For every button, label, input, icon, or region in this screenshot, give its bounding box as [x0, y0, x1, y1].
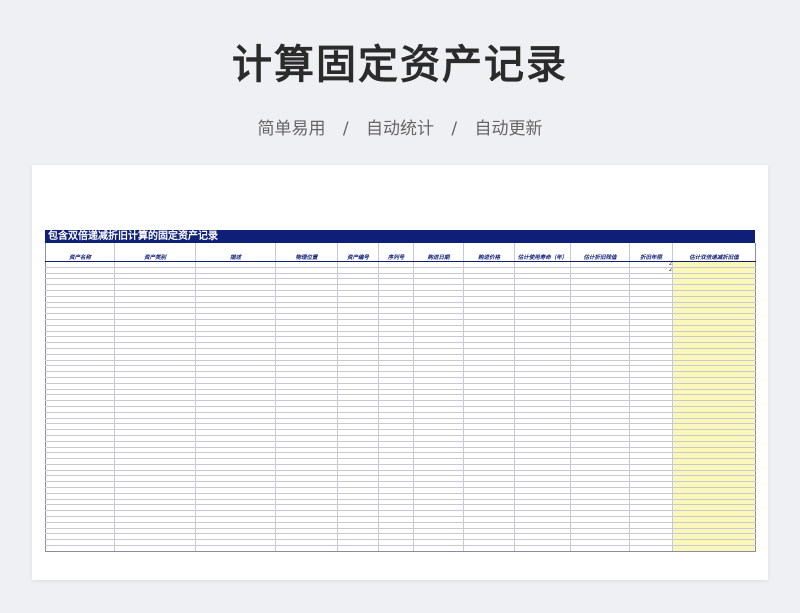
sheet-title: 包含双倍递减折旧计算的固定资产记录 — [45, 230, 755, 243]
table-cell[interactable] — [672, 545, 756, 552]
subtitle-part-3: 自动更新 — [474, 119, 543, 139]
header-purchase-price: 购进价格 — [463, 243, 515, 262]
table-cell[interactable] — [195, 545, 276, 552]
header-location: 物理位置 — [275, 243, 338, 262]
table-cell[interactable] — [337, 545, 379, 552]
header-asset-name: 资产名称 — [45, 243, 115, 262]
header-purchase-date: 购进日期 — [413, 243, 464, 262]
table-cell[interactable] — [45, 545, 115, 552]
table-cell[interactable] — [570, 545, 630, 552]
header-asset-category: 资产类别 — [114, 243, 196, 262]
header-salvage-value: 估计折旧残值 — [570, 243, 630, 262]
header-description: 描述 — [195, 243, 276, 262]
table-cell[interactable] — [413, 545, 464, 552]
table-cell[interactable] — [275, 545, 338, 552]
table-cell[interactable] — [114, 545, 196, 552]
header-row: 资产名称 资产类别 描述 物理位置 资产编号 序列号 购进日期 购进价格 估计使… — [45, 243, 756, 262]
table-cell[interactable] — [378, 545, 414, 552]
table-cell[interactable] — [629, 545, 673, 552]
table-body: 22 — [45, 261, 756, 552]
header-asset-number: 资产编号 — [337, 243, 379, 262]
header-double-declining-value: 估计双倍递减折旧值 — [672, 243, 756, 262]
subtitle-part-1: 简单易用 — [257, 119, 326, 139]
subtitle-separator: / — [342, 119, 349, 139]
asset-table: 资产名称 资产类别 描述 物理位置 资产编号 序列号 购进日期 购进价格 估计使… — [45, 243, 756, 552]
subtitle-separator: / — [451, 119, 458, 139]
subtitle: 简单易用 / 自动统计 / 自动更新 — [0, 114, 800, 139]
page-title: 计算固定资产记录 — [232, 42, 568, 88]
spreadsheet: 包含双倍递减折旧计算的固定资产记录 资产名称 资产类别 描述 物理位置 资产编号… — [45, 230, 756, 552]
table-row — [45, 545, 756, 552]
header-serial-number: 序列号 — [378, 243, 414, 262]
table-cell[interactable] — [463, 545, 515, 552]
header-useful-life: 估计使用寿命（年） — [514, 243, 571, 262]
table-cell[interactable] — [514, 545, 571, 552]
header-depreciation-years: 折旧年限 — [629, 243, 673, 262]
subtitle-part-2: 自动统计 — [366, 119, 434, 139]
